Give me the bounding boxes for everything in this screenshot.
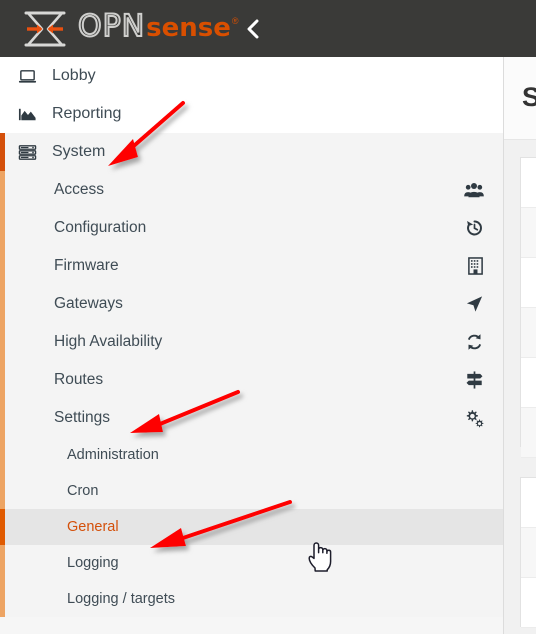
nav-label: General [67, 519, 119, 535]
nav-label: Routes [54, 371, 104, 388]
users-icon [464, 182, 484, 199]
form-row [521, 158, 536, 208]
history-icon [465, 219, 484, 238]
form-row [521, 408, 536, 458]
nav-label: System [52, 143, 106, 160]
settings-card [520, 157, 536, 458]
area-chart-icon [12, 105, 42, 124]
nav-label: Lobby [52, 67, 96, 84]
nav-label: Logging / targets [67, 591, 176, 607]
form-row [521, 308, 536, 358]
form-row [521, 578, 536, 628]
brand-registered-mark: ® [231, 16, 239, 26]
nav-item-system[interactable]: System [0, 133, 503, 171]
nav-label: Logging [67, 555, 119, 571]
nav-label: Settings [54, 409, 111, 426]
nav-label: Cron [67, 483, 99, 499]
form-row [521, 208, 536, 258]
laptop-icon [12, 67, 42, 86]
form-row [521, 528, 536, 578]
page-title: S [522, 82, 536, 112]
nav-item-logging[interactable]: Logging [0, 545, 503, 581]
map-signs-icon [465, 371, 484, 390]
form-row [521, 358, 536, 408]
content-header: S [504, 57, 536, 140]
nav-item-high-availability[interactable]: High Availability [0, 323, 503, 361]
server-icon [12, 143, 42, 162]
nav-item-firmware[interactable]: Firmware [0, 247, 503, 285]
chevron-left-icon[interactable] [240, 16, 266, 42]
nav-item-logging-targets[interactable]: Logging / targets [0, 581, 503, 617]
refresh-sync-icon [465, 333, 484, 352]
nav-item-access[interactable]: Access [0, 171, 503, 209]
nav-item-general[interactable]: General [0, 509, 503, 545]
form-row [521, 258, 536, 308]
cogs-icon [464, 409, 484, 428]
top-header-bar: OPN sense ® [0, 0, 536, 57]
settings-card-secondary [520, 477, 536, 628]
nav-label: Configuration [54, 219, 147, 236]
nav-item-settings[interactable]: Settings [0, 399, 503, 437]
nav-label: Gateways [54, 295, 123, 312]
nav-item-administration[interactable]: Administration [0, 437, 503, 473]
location-arrow-icon [465, 295, 484, 314]
main-navigation-panel: Lobby Reporting System Access Configurat… [0, 57, 504, 634]
nav-item-lobby[interactable]: Lobby [0, 57, 503, 95]
brand-text-opn: OPN [77, 9, 146, 44]
form-row [521, 478, 536, 528]
nav-label: Access [54, 181, 104, 198]
nav-label: Firmware [54, 257, 119, 274]
main-content-area: S [504, 57, 536, 634]
nav-item-routes[interactable]: Routes [0, 361, 503, 399]
nav-label: High Availability [54, 333, 163, 350]
nav-item-configuration[interactable]: Configuration [0, 209, 503, 247]
nav-item-cron[interactable]: Cron [0, 473, 503, 509]
brand-text-sense: sense [146, 13, 231, 43]
nav-label: Reporting [52, 105, 122, 122]
building-icon [467, 257, 484, 276]
brand-logo[interactable]: OPN sense ® [22, 9, 239, 49]
nav-item-gateways[interactable]: Gateways [0, 285, 503, 323]
opnsense-logo-icon [22, 10, 68, 48]
nav-item-reporting[interactable]: Reporting [0, 95, 503, 133]
opnsense-web-gui: OPN sense ® S Lobby Reporting System Acc… [0, 0, 536, 634]
nav-label: Administration [67, 447, 159, 463]
